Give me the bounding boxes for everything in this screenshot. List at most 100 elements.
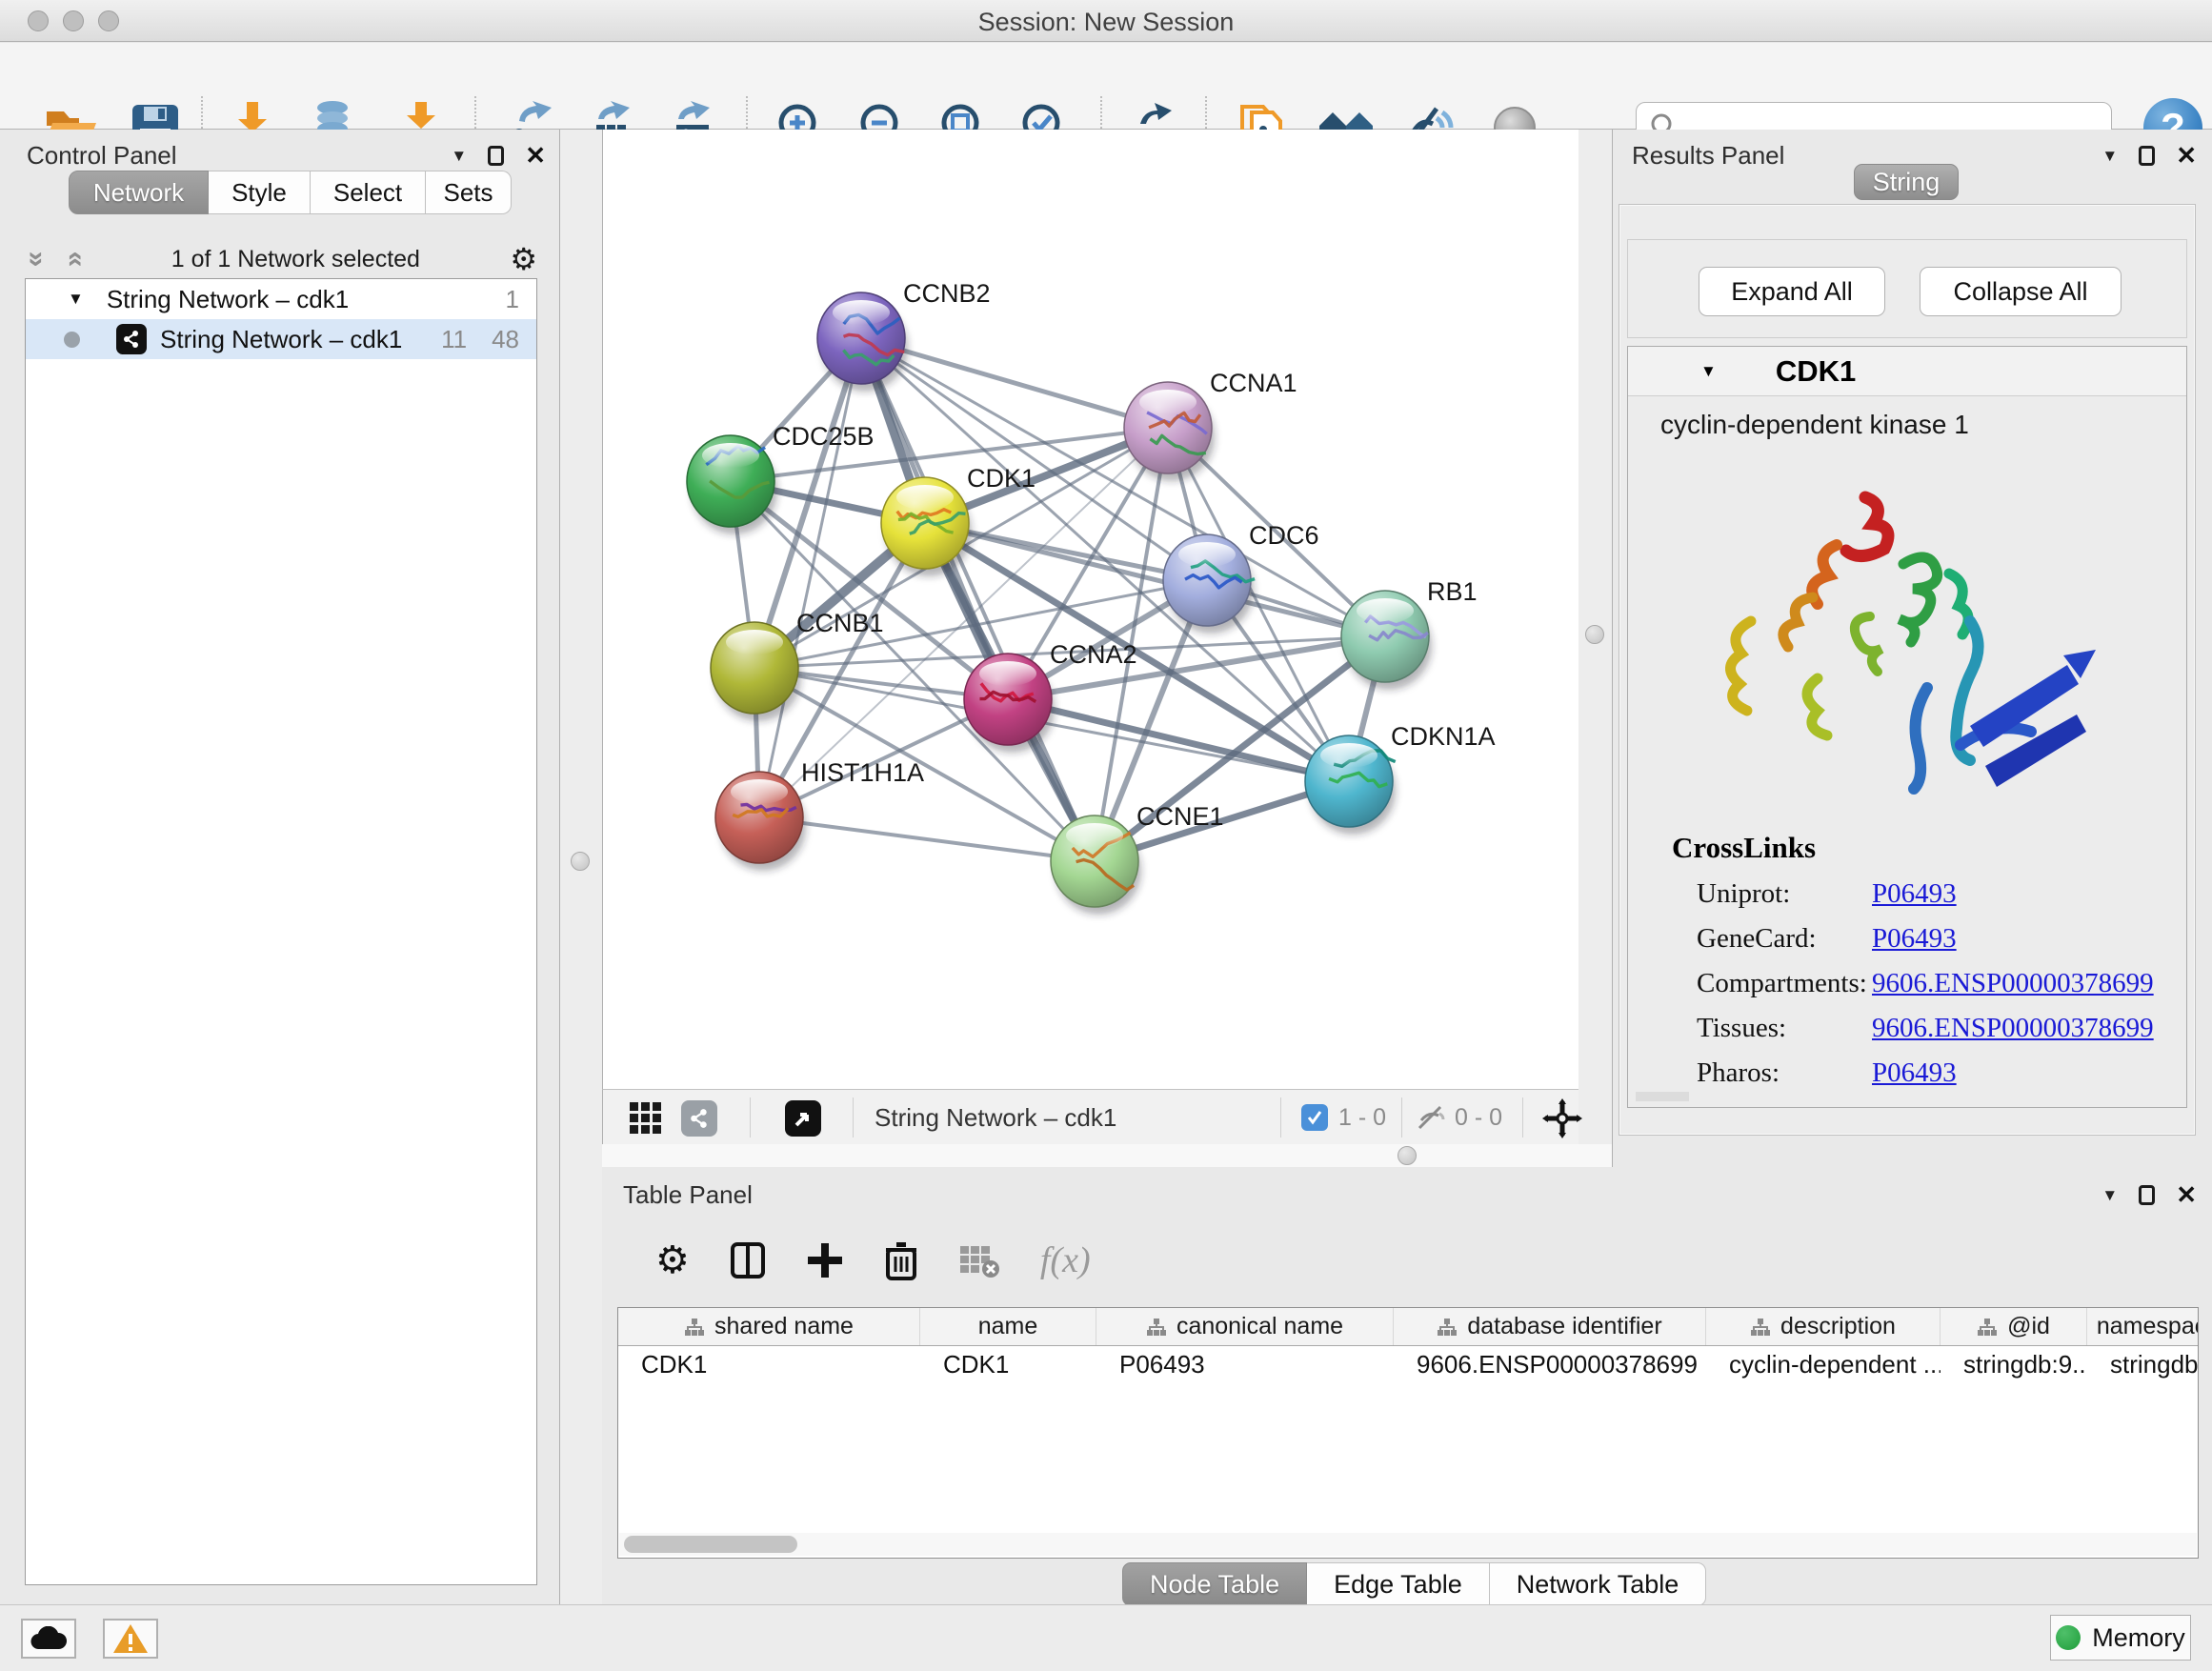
crosslink-link[interactable]: 9606.ENSP00000378699 xyxy=(1872,968,2154,999)
collection-label: String Network – cdk1 xyxy=(107,285,349,314)
right-splitter-handle[interactable] xyxy=(1585,625,1604,644)
crosslink-row: Tissues:9606.ENSP00000378699 xyxy=(1697,1013,2186,1044)
node-RB1[interactable]: RB1 xyxy=(1341,577,1478,690)
node-label-CCNB1: CCNB1 xyxy=(796,609,884,637)
table-hscrollbar-thumb[interactable] xyxy=(624,1536,797,1553)
cloud-button[interactable] xyxy=(21,1619,76,1659)
horizontal-splitter-handle[interactable] xyxy=(1398,1146,1417,1165)
tab-style[interactable]: Style xyxy=(209,171,311,214)
cdk1-section: ▼ CDK1 cyclin-dependent kinase 1 xyxy=(1627,346,2187,1108)
tab-string[interactable]: String xyxy=(1854,164,1959,200)
network-collection-row[interactable]: ▼ String Network – cdk1 1 xyxy=(26,279,536,319)
node-CCNA1[interactable]: CCNA1 xyxy=(1124,369,1297,481)
close-panel-icon[interactable]: ✕ xyxy=(2176,141,2197,171)
column-header[interactable]: name xyxy=(920,1308,1096,1345)
column-header[interactable]: shared name xyxy=(618,1308,920,1345)
network-canvas[interactable]: CCNB2CCNA1CDC25BCDK1CDC6RB1CCNB1CCNA2CDK… xyxy=(602,130,1579,1089)
node-CDK1[interactable]: CDK1 xyxy=(881,464,1036,576)
string-results-container: Expand All Collapse All ▼ CDK1 cyclin-de… xyxy=(1619,204,2196,1136)
table-tab-network-table[interactable]: Network Table xyxy=(1490,1562,1707,1606)
table-hscrollbar[interactable] xyxy=(619,1533,2197,1556)
edge-HIST1H1A-CCNE1[interactable] xyxy=(759,817,1095,861)
network-list: ▼ String Network – cdk1 1 String Network… xyxy=(25,278,537,1585)
add-row-icon[interactable] xyxy=(806,1241,844,1279)
crosshair-move-icon[interactable] xyxy=(1542,1098,1582,1143)
table-panel-title: Table Panel xyxy=(623,1180,753,1210)
column-header[interactable]: namespace xyxy=(2087,1308,2199,1345)
collapse-panel-icon[interactable]: ▼ xyxy=(451,147,467,166)
horizontal-splitter[interactable] xyxy=(602,1144,1612,1167)
crosslink-label: GeneCard: xyxy=(1697,923,1872,955)
network-options-gear-icon[interactable]: ⚙ xyxy=(510,241,537,277)
network-row-selected[interactable]: String Network – cdk1 11 48 xyxy=(26,319,536,359)
left-splitter-handle[interactable] xyxy=(571,852,590,871)
collapse-panel-icon[interactable]: ▼ xyxy=(2101,1186,2118,1205)
section-expander-icon[interactable]: ▼ xyxy=(1700,362,1717,381)
crosslink-link[interactable]: P06493 xyxy=(1872,1057,1957,1089)
crosslink-link[interactable]: P06493 xyxy=(1872,923,1957,955)
float-panel-icon[interactable] xyxy=(2139,146,2155,166)
node-label-CDK1: CDK1 xyxy=(967,464,1036,493)
node-CCNB1[interactable]: CCNB1 xyxy=(711,609,884,721)
close-panel-icon[interactable]: ✕ xyxy=(525,141,546,171)
collapse-panel-icon[interactable]: ▼ xyxy=(2101,147,2118,166)
selected-checkbox-icon[interactable] xyxy=(1301,1104,1328,1131)
column-header[interactable]: @id xyxy=(1941,1308,2087,1345)
columns-icon[interactable] xyxy=(730,1241,766,1279)
table-cell[interactable]: CDK1 xyxy=(618,1346,920,1382)
selected-count: 1 - 0 xyxy=(1338,1104,1386,1132)
function-builder-icon[interactable]: f(x) xyxy=(1040,1239,1091,1281)
node-HIST1H1A[interactable]: HIST1H1A xyxy=(715,758,924,871)
tab-sets[interactable]: Sets xyxy=(426,171,512,214)
hidden-eye-icon[interactable] xyxy=(1415,1103,1447,1137)
column-header[interactable]: canonical name xyxy=(1096,1308,1394,1345)
gene-description: cyclin-dependent kinase 1 xyxy=(1660,410,1969,440)
node-label-CCNA1: CCNA1 xyxy=(1210,369,1297,397)
cdk1-section-header[interactable]: ▼ CDK1 xyxy=(1628,347,2186,396)
table-cell[interactable]: stringdb xyxy=(2087,1346,2199,1382)
node-CCNE1[interactable]: CCNE1 xyxy=(1051,802,1224,915)
column-header[interactable]: description xyxy=(1706,1308,1941,1345)
table-settings-gear-icon[interactable]: ⚙ xyxy=(655,1238,690,1282)
edge-CCNB2-HIST1H1A[interactable] xyxy=(759,338,861,817)
birdseye-view-icon[interactable] xyxy=(785,1100,821,1137)
section-scrollbar[interactable] xyxy=(1636,1092,1689,1101)
close-panel-icon[interactable]: ✕ xyxy=(2176,1180,2197,1210)
table-row[interactable]: CDK1CDK1P064939606.ENSP00000378699cyclin… xyxy=(618,1346,2198,1382)
table-cell[interactable]: 9606.ENSP00000378699 xyxy=(1394,1346,1706,1382)
table-cell[interactable]: P06493 xyxy=(1096,1346,1394,1382)
table-cell[interactable]: cyclin-dependent ... xyxy=(1706,1346,1941,1382)
collapse-all-button[interactable]: Collapse All xyxy=(1920,267,2122,316)
tab-select[interactable]: Select xyxy=(311,171,426,214)
table-tab-edge-table[interactable]: Edge Table xyxy=(1307,1562,1490,1606)
column-header[interactable]: database identifier xyxy=(1394,1308,1706,1345)
delete-row-trash-icon[interactable] xyxy=(884,1240,918,1280)
float-panel-icon[interactable] xyxy=(488,146,504,166)
warning-button[interactable] xyxy=(103,1619,158,1659)
column-type-icon xyxy=(1146,1318,1167,1337)
node-count: 11 xyxy=(441,325,467,354)
current-network-label: String Network – cdk1 xyxy=(875,1103,1116,1133)
node-CCNB2[interactable]: CCNB2 xyxy=(817,279,991,392)
node-CDKN1A[interactable]: CDKN1A xyxy=(1305,722,1496,835)
crosslink-label: Compartments: xyxy=(1697,968,1872,999)
gene-name: CDK1 xyxy=(1776,354,1856,389)
grid-view-icon[interactable] xyxy=(630,1102,662,1139)
cloud-icon xyxy=(30,1626,68,1651)
control-panel-title: Control Panel xyxy=(27,141,177,171)
table-cell[interactable]: stringdb:9... xyxy=(1941,1346,2087,1382)
float-panel-icon[interactable] xyxy=(2139,1185,2155,1205)
crosslink-link[interactable]: 9606.ENSP00000378699 xyxy=(1872,1013,2154,1044)
crosslink-link[interactable]: P06493 xyxy=(1872,878,1957,910)
left-splitter[interactable] xyxy=(560,130,602,1604)
tab-network[interactable]: Network xyxy=(69,171,209,214)
table-tab-node-table[interactable]: Node Table xyxy=(1122,1562,1307,1606)
network-share-icon[interactable] xyxy=(681,1100,717,1137)
protein-structure-image xyxy=(1636,459,2181,829)
memory-button[interactable]: Memory xyxy=(2050,1615,2191,1661)
collection-expander-icon[interactable]: ▼ xyxy=(68,290,84,309)
table-cell[interactable]: CDK1 xyxy=(920,1346,1096,1382)
delete-table-icon[interactable] xyxy=(958,1242,1000,1278)
expand-all-button[interactable]: Expand All xyxy=(1699,267,1885,316)
right-splitter[interactable] xyxy=(1579,130,1612,1167)
